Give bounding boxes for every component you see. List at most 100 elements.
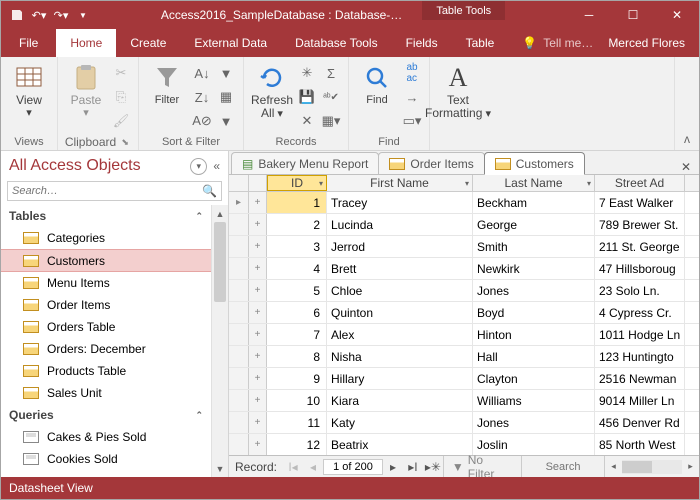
column-header-lastname[interactable]: Last Name▾ xyxy=(473,175,595,191)
tab-table[interactable]: Table xyxy=(452,29,509,57)
column-header-streetaddr[interactable]: Street Ad xyxy=(595,175,685,191)
expand-row-button[interactable]: + xyxy=(249,236,267,257)
horizontal-scrollbar[interactable]: ◂ ▸ xyxy=(604,456,699,477)
tab-database-tools[interactable]: Database Tools xyxy=(281,29,392,57)
goto-button[interactable]: → xyxy=(401,86,423,108)
tab-external-data[interactable]: External Data xyxy=(180,29,281,57)
cell-id[interactable]: 6 xyxy=(267,302,327,323)
expand-row-button[interactable]: + xyxy=(249,412,267,433)
tab-file[interactable]: File xyxy=(1,29,56,57)
nav-item[interactable]: Orders: December xyxy=(1,338,211,360)
scroll-down-button[interactable]: ▼ xyxy=(212,460,228,477)
more-records-button[interactable]: ▦▾ xyxy=(320,110,342,132)
advanced-filter-button[interactable]: ▦ xyxy=(215,86,237,108)
cell-lastname[interactable]: George xyxy=(473,214,595,235)
row-selector[interactable] xyxy=(229,368,249,389)
select-button[interactable]: ▭▾ xyxy=(401,110,423,132)
cell-lastname[interactable]: Williams xyxy=(473,390,595,411)
expand-row-button[interactable]: + xyxy=(249,302,267,323)
cell-lastname[interactable]: Jones xyxy=(473,280,595,301)
row-selector[interactable]: ▸ xyxy=(229,192,249,213)
cell-lastname[interactable]: Newkirk xyxy=(473,258,595,279)
object-tab-bakery-menu-report[interactable]: ▤Bakery Menu Report xyxy=(231,152,379,174)
hscroll-right-button[interactable]: ▸ xyxy=(682,458,699,475)
next-record-button[interactable]: ▸ xyxy=(383,457,403,477)
replace-button[interactable]: abac xyxy=(401,62,423,84)
cell-id[interactable]: 9 xyxy=(267,368,327,389)
nav-group[interactable]: Tables⌃ xyxy=(1,205,211,227)
cell-streetaddr[interactable]: 47 Hillsboroug xyxy=(595,258,685,279)
toggle-filter-button[interactable]: ▼ xyxy=(215,110,237,132)
cell-id[interactable]: 3 xyxy=(267,236,327,257)
collapse-ribbon-button[interactable]: ʌ xyxy=(675,57,699,150)
sort-asc-button[interactable]: A↓ xyxy=(191,62,213,84)
expand-row-button[interactable]: + xyxy=(249,192,267,213)
save-icon[interactable] xyxy=(9,7,25,23)
row-selector[interactable] xyxy=(229,412,249,433)
close-object-button[interactable]: ✕ xyxy=(673,160,699,174)
cell-lastname[interactable]: Beckham xyxy=(473,192,595,213)
record-search-input[interactable] xyxy=(528,459,598,475)
cell-firstname[interactable]: Nisha xyxy=(327,346,473,367)
selection-filter-button[interactable]: ▼ xyxy=(215,62,237,84)
prev-record-button[interactable]: ◂ xyxy=(303,457,323,477)
record-position-input[interactable] xyxy=(323,459,383,475)
cell-id[interactable]: 12 xyxy=(267,434,327,455)
totals-button[interactable]: Σ xyxy=(320,62,342,84)
nav-item[interactable]: Orders Table xyxy=(1,316,211,338)
table-row[interactable]: +11KatyJones456 Denver Rd xyxy=(229,412,699,434)
cell-firstname[interactable]: Alex xyxy=(327,324,473,345)
column-filter-icon[interactable]: ▾ xyxy=(587,179,591,188)
filter-indicator[interactable]: ▼No Filter xyxy=(443,456,522,477)
cell-lastname[interactable]: Hinton xyxy=(473,324,595,345)
expand-row-button[interactable]: + xyxy=(249,324,267,345)
cell-firstname[interactable]: Lucinda xyxy=(327,214,473,235)
cell-lastname[interactable]: Clayton xyxy=(473,368,595,389)
nav-title[interactable]: All Access Objects xyxy=(9,157,184,175)
tab-create[interactable]: Create xyxy=(116,29,180,57)
nav-item[interactable]: Cookies Sold xyxy=(1,448,211,470)
user-name[interactable]: Merced Flores xyxy=(594,29,699,57)
last-record-button[interactable]: ▸I xyxy=(403,457,423,477)
row-selector[interactable] xyxy=(229,236,249,257)
cell-lastname[interactable]: Hall xyxy=(473,346,595,367)
tab-fields[interactable]: Fields xyxy=(392,29,452,57)
cell-firstname[interactable]: Quinton xyxy=(327,302,473,323)
cell-lastname[interactable]: Jones xyxy=(473,412,595,433)
spelling-button[interactable]: ᵃᵇ✔ xyxy=(320,86,342,108)
row-selector[interactable] xyxy=(229,434,249,455)
paste-button[interactable]: Paste▾ xyxy=(64,60,108,121)
save-record-button[interactable]: 💾 xyxy=(296,86,318,108)
cell-streetaddr[interactable]: 4 Cypress Cr. xyxy=(595,302,685,323)
expand-row-button[interactable]: + xyxy=(249,368,267,389)
minimize-button[interactable]: ─ xyxy=(567,1,611,29)
expand-row-button[interactable]: + xyxy=(249,390,267,411)
nav-group[interactable]: Queries⌃ xyxy=(1,404,211,426)
cell-streetaddr[interactable]: 123 Huntingto xyxy=(595,346,685,367)
cell-id[interactable]: 5 xyxy=(267,280,327,301)
delete-record-button[interactable]: ✕ xyxy=(296,110,318,132)
view-button[interactable]: View▾ xyxy=(7,60,51,121)
search-icon[interactable]: 🔍 xyxy=(202,184,217,198)
cell-firstname[interactable]: Beatrix xyxy=(327,434,473,455)
object-tab-order-items[interactable]: Order Items xyxy=(378,152,484,174)
row-selector[interactable] xyxy=(229,390,249,411)
undo-icon[interactable]: ↶▾ xyxy=(31,7,47,23)
table-row[interactable]: +12BeatrixJoslin85 North West xyxy=(229,434,699,455)
nav-menu-button[interactable]: ▾ xyxy=(190,158,207,175)
cell-firstname[interactable]: Tracey xyxy=(327,192,473,213)
column-filter-icon[interactable]: ▾ xyxy=(319,179,323,188)
nav-item[interactable]: Sales Unit xyxy=(1,382,211,404)
nav-scrollbar[interactable]: ▲ ▼ xyxy=(211,205,228,477)
column-header-firstname[interactable]: First Name▾ xyxy=(327,175,473,191)
row-selector[interactable] xyxy=(229,302,249,323)
table-row[interactable]: +3JerrodSmith211 St. George xyxy=(229,236,699,258)
nav-search-input[interactable] xyxy=(12,185,198,197)
find-button[interactable]: Find xyxy=(355,60,399,108)
cell-id[interactable]: 4 xyxy=(267,258,327,279)
object-tab-customers[interactable]: Customers xyxy=(484,152,585,174)
nav-item[interactable]: Categories xyxy=(1,227,211,249)
expand-row-button[interactable]: + xyxy=(249,258,267,279)
cell-firstname[interactable]: Kiara xyxy=(327,390,473,411)
cell-firstname[interactable]: Brett xyxy=(327,258,473,279)
